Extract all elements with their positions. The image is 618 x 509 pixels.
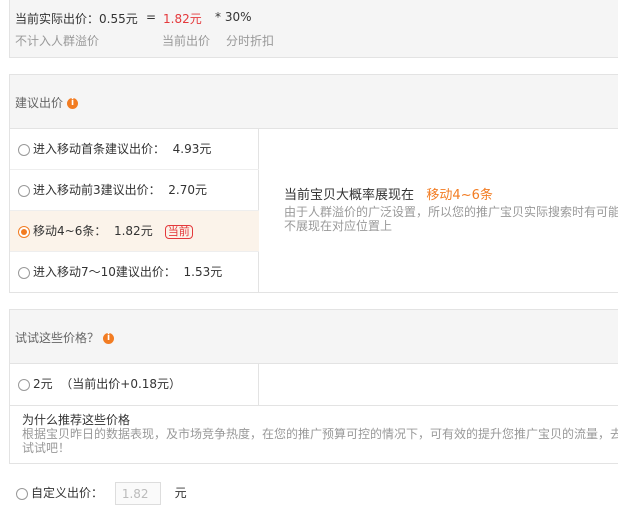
current-badge: 当前 [164,225,193,239]
radio[interactable] [16,487,28,500]
suggested-option-selected[interactable]: 移动4~6条： 1.82元 当前 [10,211,259,252]
why-text: 根据宝贝昨日的数据表现，及市场竞争热度，在您的推广预算可控的情况下，可有效的提升… [22,427,618,455]
info-icon[interactable]: i [103,333,115,344]
custom-bid: 自定义出价： 元 [16,482,187,505]
bid-summary: 当前实际出价：0.55元 = 1.82元 * 30% 不计入人群溢价 当前出价 … [9,0,618,58]
option-price: 1.53元 [183,265,223,279]
try-price: 2元 [33,377,53,391]
equals: = [146,10,157,24]
suggested-option[interactable]: 进入移动前3建议出价： 2.70元 [10,170,259,211]
radio-checked[interactable] [18,225,30,238]
info-icon[interactable]: i [67,98,79,109]
detail-note: 由于人群溢价的广泛设置，所以您的推广宝贝实际搜索时有可能不展现在对应位置上 [284,205,618,233]
radio[interactable] [18,143,30,156]
discount-note: 分时折扣 [226,34,275,48]
radio[interactable] [18,266,30,279]
suggested-option[interactable]: 进入移动首条建议出价： 4.93元 [10,129,259,170]
try-option[interactable]: 2元 （当前出价+0.18元） [10,364,259,405]
option-label: 移动4~6条： [33,224,107,238]
custom-bid-input[interactable] [114,482,161,505]
current-price: 1.82元 [163,12,202,26]
try-prices-panel: 试试这些价格？ i 2元 （当前出价+0.18元） 为什么推荐这些价格 根据宝贝昨… [9,309,618,464]
suggested-option[interactable]: 进入移动7～10建议出价： 1.53元 [10,252,259,293]
discount-multiplier: * 30% [215,10,252,24]
try-note: （当前出价+0.18元） [60,377,182,391]
detail-position: 移动4~6条 [426,188,493,203]
custom-label: 自定义出价： [31,486,104,500]
option-label: 进入移动7～10建议出价： [33,265,176,279]
custom-unit: 元 [174,486,187,500]
why-section: 为什么推荐这些价格 根据宝贝昨日的数据表现，及市场竞争热度，在您的推广预算可控的… [10,405,618,464]
try-title: 试试这些价格？ [15,331,100,345]
actual-note: 不计入人群溢价 [15,34,100,48]
option-label: 进入移动前3建议出价： [33,183,161,197]
try-header: 试试这些价格？ i [10,310,618,364]
why-title: 为什么推荐这些价格 [22,413,131,427]
suggested-header: 建议出价 i [10,75,618,129]
radio[interactable] [18,378,30,391]
position-detail: 当前宝贝大概率展现在 移动4~6条 由于人群溢价的广泛设置，所以您的推广宝贝实际… [284,188,618,234]
detail-prefix: 当前宝贝大概率展现在 [284,188,415,203]
option-price: 4.93元 [172,142,212,156]
actual-bid: 当前实际出价：0.55元 [15,12,138,26]
current-note: 当前出价 [162,34,211,48]
radio[interactable] [18,184,30,197]
option-label: 进入移动首条建议出价： [33,142,166,156]
option-price: 1.82元 [113,224,153,238]
option-price: 2.70元 [168,183,208,197]
suggested-bid-panel: 建议出价 i 进入移动首条建议出价： 4.93元 进入移动前3建议出价： 2.70… [9,74,618,293]
suggested-title: 建议出价 [15,96,64,110]
